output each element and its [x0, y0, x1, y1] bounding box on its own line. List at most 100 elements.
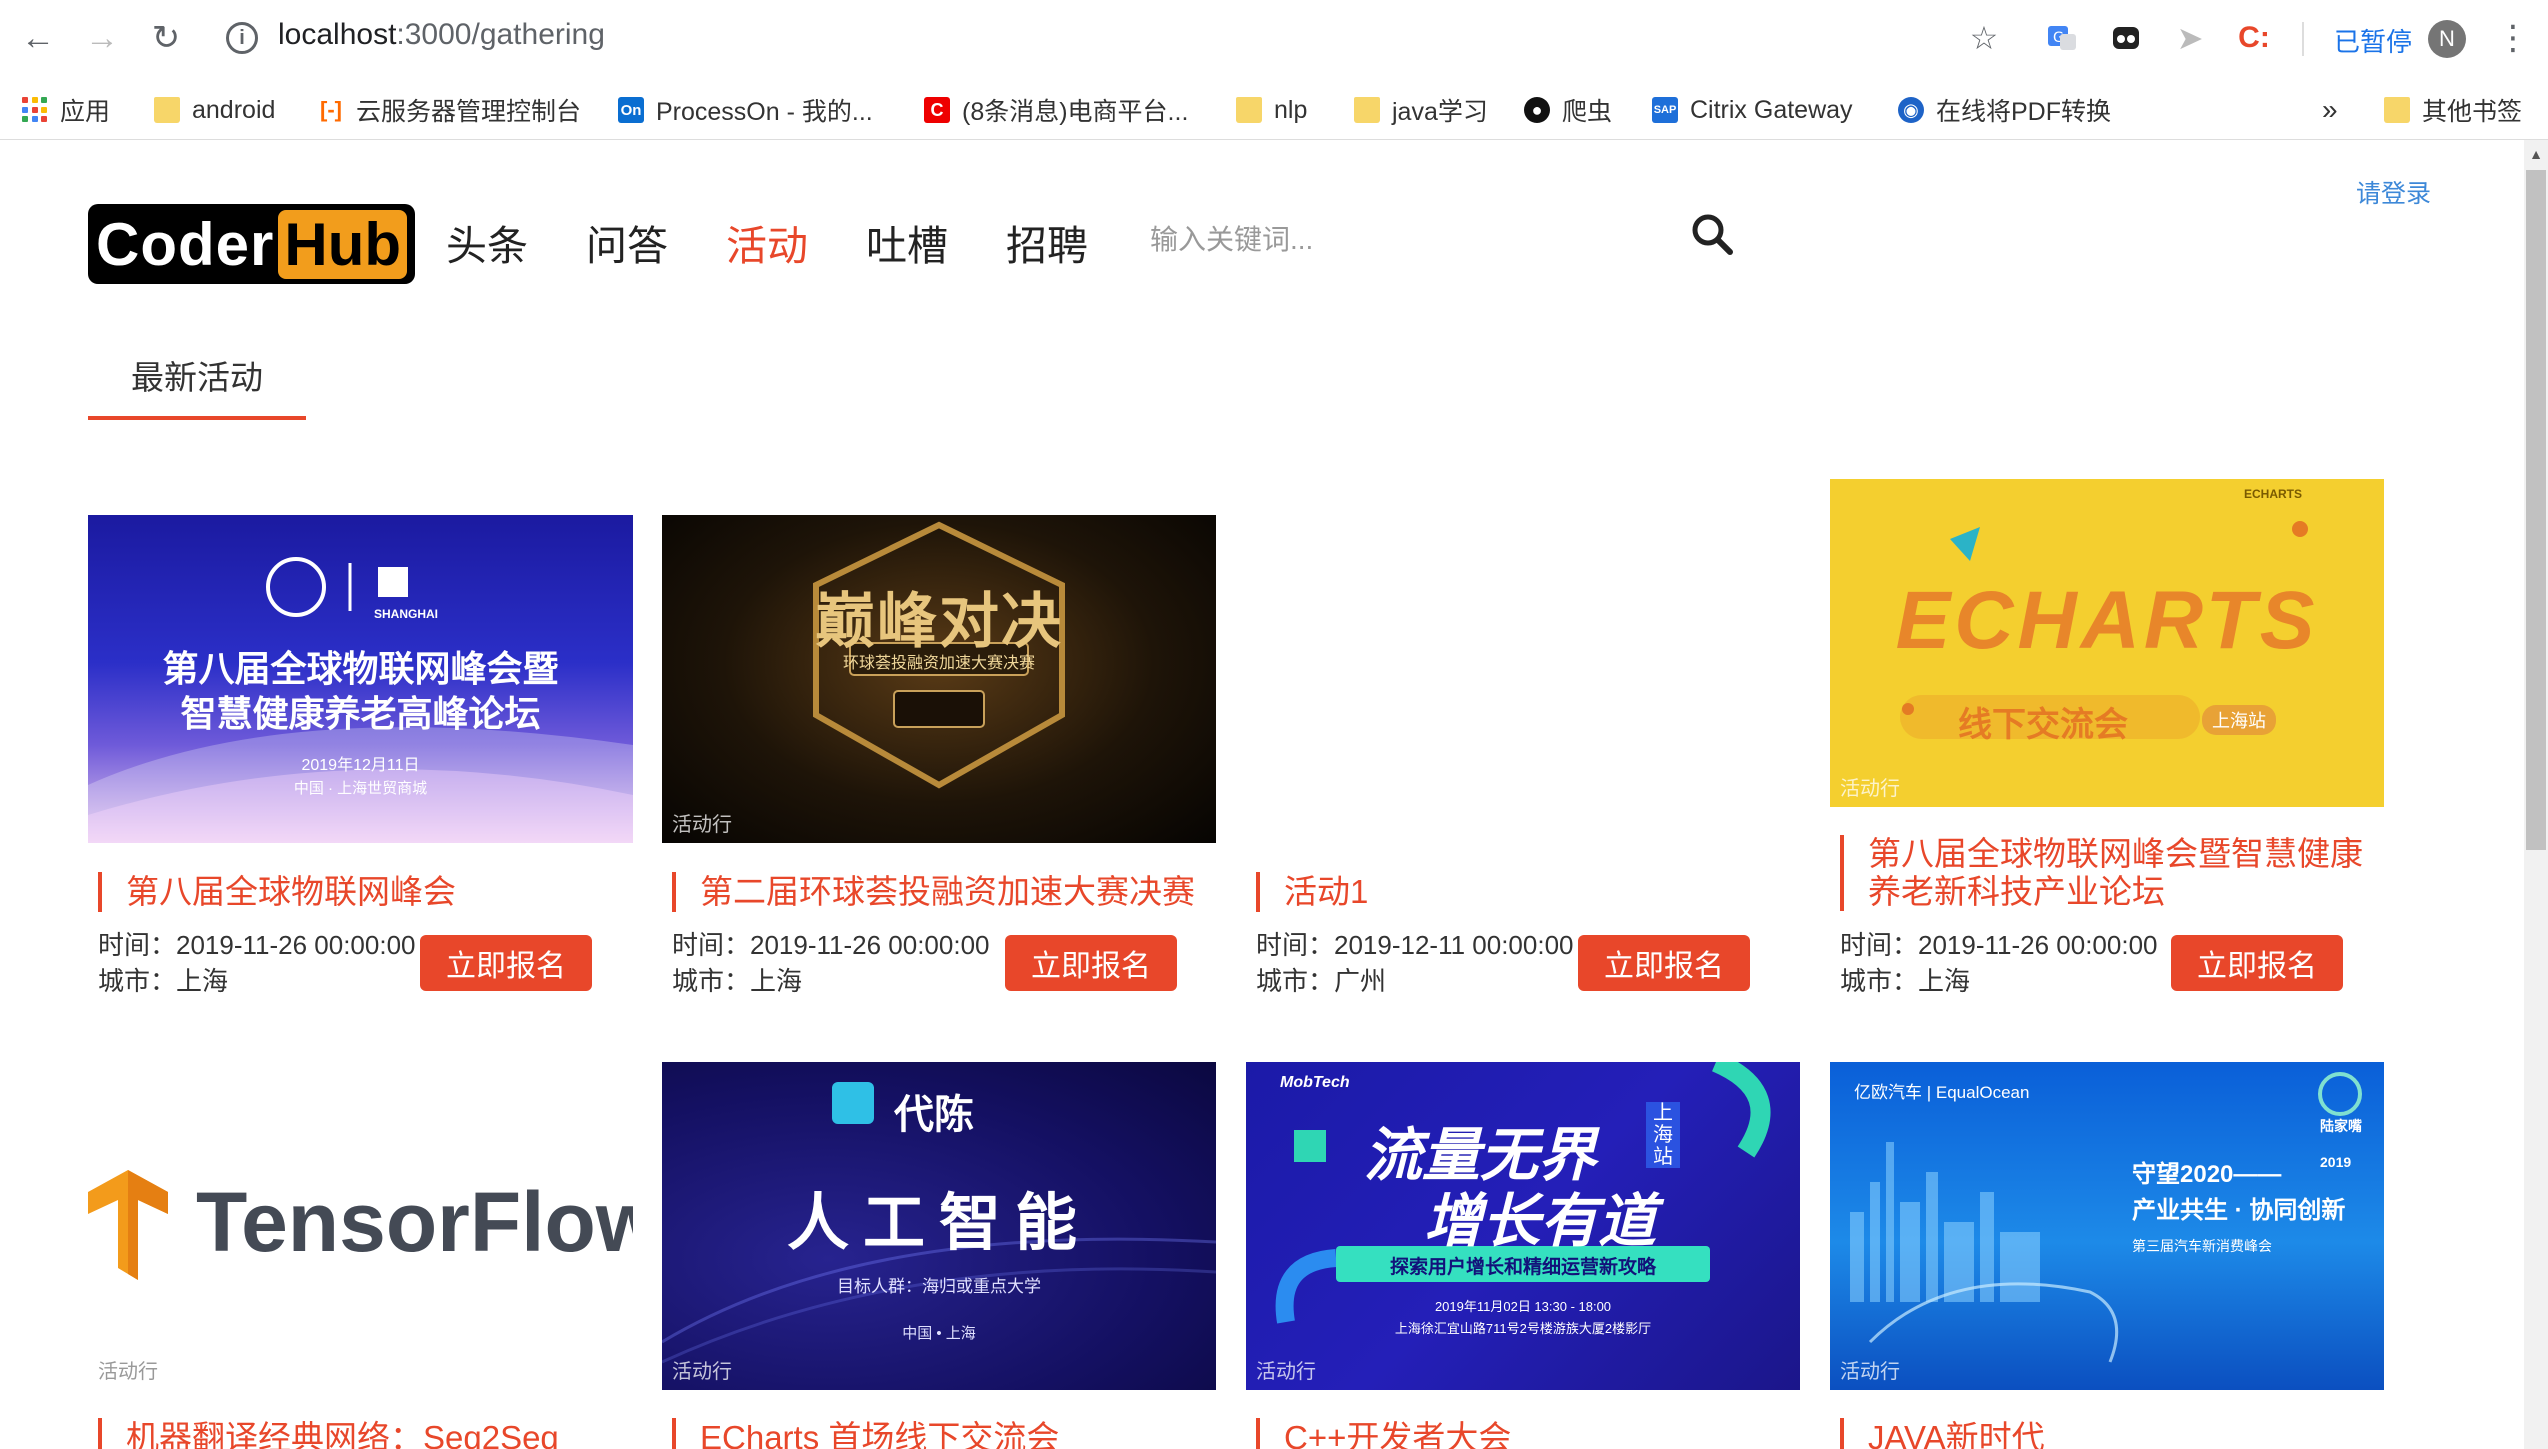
login-link[interactable]: 请登录	[2356, 174, 2431, 210]
folder-icon	[1354, 97, 1380, 123]
event-title[interactable]: C++开发者大会	[1256, 1418, 1511, 1449]
signup-button[interactable]: 立即报名	[1005, 935, 1177, 991]
address-bar[interactable]: localhost:3000/gathering	[278, 18, 605, 52]
banner-headline-2: 产业共生 · 协同创新	[2132, 1197, 2346, 1224]
forward-arrow-icon[interactable]: →	[82, 18, 122, 58]
watermark: 活动行	[1840, 1361, 1900, 1383]
bookmark-android[interactable]: android	[154, 80, 275, 140]
bookmark-apps[interactable]: 应用	[22, 80, 110, 140]
event-card: 活动1 时间：2019-12-11 00:00:00 城市：广州 立即报名	[1246, 515, 1791, 1005]
watermark: 活动行	[98, 1361, 158, 1383]
event-time: 时间：2019-11-26 00:00:00	[672, 930, 990, 960]
tab-latest-events[interactable]: 最新活动	[88, 354, 306, 420]
event-title[interactable]: 活动1	[1256, 872, 1368, 912]
bookmark-other[interactable]: 其他书签	[2384, 80, 2522, 140]
browser-chrome: ← → ↻ i localhost:3000/gathering ☆ G ➤ C…	[0, 0, 2548, 140]
reload-icon[interactable]: ↻	[146, 18, 186, 58]
watermark: 活动行	[672, 1361, 732, 1383]
banner-headline: ECHARTS	[1895, 575, 2319, 666]
extension-c-icon[interactable]: C:	[2234, 18, 2274, 58]
back-arrow-icon[interactable]: ←	[18, 18, 58, 58]
pdf-convert-icon: ◉	[1898, 97, 1924, 123]
event-banner-image[interactable]: 代陈 人工智能 目标人群：海归或重点大学 中国 • 上海 活动行	[662, 1062, 1216, 1390]
processon-icon: On	[618, 97, 644, 123]
bookmarks-overflow-chevron[interactable]: »	[2322, 80, 2338, 140]
signup-button[interactable]: 立即报名	[2171, 935, 2343, 991]
github-icon: ●	[1524, 97, 1550, 123]
banner-date: 2019年12月11日	[301, 757, 420, 774]
star-bookmark-icon[interactable]: ☆	[1964, 18, 2004, 58]
event-banner-image-empty[interactable]	[1246, 515, 1791, 843]
site-info-icon[interactable]: i	[226, 22, 258, 54]
event-banner-image[interactable]: 巅峰对决 环球荟投融资加速大赛决赛 活动行	[662, 515, 1216, 843]
extension-mask-icon[interactable]	[2106, 18, 2146, 58]
event-city: 城市：上海	[98, 966, 229, 996]
sap-icon: SAP	[1652, 97, 1678, 123]
main-nav: 头条 问答 活动 吐槽 招聘	[446, 212, 1146, 272]
signup-button[interactable]: 立即报名	[1578, 935, 1750, 991]
logo-hub-text: Hub	[278, 209, 407, 279]
event-banner-image[interactable]: MobTech 流量无界 增长有道 上海站 探索用户增长和精细运营新攻略 201…	[1246, 1062, 1800, 1390]
event-banner-image[interactable]: SHANGHAI 第八届全球物联网峰会暨 智慧健康养老高峰论坛 2019年12月…	[88, 515, 633, 843]
bookmark-java[interactable]: java学习	[1354, 80, 1488, 140]
nav-item-events[interactable]: 活动	[726, 212, 808, 272]
nav-item-jobs[interactable]: 招聘	[1006, 212, 1088, 272]
bookmark-spider[interactable]: ● 爬虫	[1524, 80, 1612, 140]
bookmark-label: ProcessOn - 我的...	[656, 98, 873, 126]
banner-sub: 目标人群：海归或重点大学	[837, 1277, 1041, 1296]
bookmark-label: 云服务器管理控制台	[356, 98, 582, 126]
banner-brand: 代陈	[894, 1093, 974, 1137]
banner-strip: 探索用户增长和精细运营新攻略	[1389, 1257, 1656, 1278]
nav-item-rants[interactable]: 吐槽	[866, 212, 948, 272]
banner-tag: 上海站	[2202, 705, 2276, 735]
nav-item-headlines[interactable]: 头条	[446, 212, 528, 272]
event-card: TensorFlow 活动行 机器翻译经典网络：Seq2Seq	[88, 1062, 633, 1449]
scroll-up-arrow-icon[interactable]: ▲	[2526, 146, 2546, 166]
event-title[interactable]: 第八届全球物联网峰会暨智慧健康养老新科技产业论坛	[1840, 835, 2365, 911]
event-title[interactable]: 第八届全球物联网峰会	[98, 872, 456, 912]
bookmark-label: android	[192, 95, 276, 124]
event-time: 时间：2019-11-26 00:00:00	[1840, 930, 2158, 960]
event-time: 时间：2019-11-26 00:00:00	[98, 930, 416, 960]
event-card: ECHARTS ECHARTS 线下交流会 上海站 活动行 第八届全球物联网峰会…	[1830, 479, 2384, 1005]
bookmark-pdf[interactable]: ◉ 在线将PDF转换	[1898, 80, 2111, 140]
bookmark-label: 其他书签	[2422, 98, 2523, 126]
event-banner-image[interactable]: 亿欧汽车 | EqualOcean 陆家嘴 2019 守望2020—— 产业共生…	[1830, 1062, 2384, 1390]
banner-sub: 线下交流会	[1958, 706, 2128, 744]
bookmark-csdn[interactable]: C (8条消息)电商平台...	[924, 80, 1188, 140]
translate-icon[interactable]: G	[2042, 18, 2082, 58]
banner-place: 上海徐汇宜山路711号2号楼游族大厦2楼影厅	[1394, 1321, 1652, 1336]
banner-corner: 陆家嘴	[2320, 1118, 2362, 1134]
banner-brand: SHANGHAI	[374, 607, 439, 621]
search-icon[interactable]	[1690, 212, 1740, 262]
site-logo[interactable]: Coder Hub	[88, 204, 415, 284]
event-title[interactable]: ECharts 首场线下交流会	[672, 1418, 1059, 1449]
event-title[interactable]: JAVA新时代	[1840, 1418, 2045, 1449]
profile-paused-label[interactable]: 已暂停	[2334, 22, 2412, 59]
event-title[interactable]: 机器翻译经典网络：Seq2Seq	[98, 1418, 559, 1449]
banner-headline: 巅峰对决	[815, 588, 1063, 655]
extension-c-label: C:	[2238, 21, 2270, 54]
bookmark-label: java学习	[1392, 98, 1488, 126]
bookmark-label: 应用	[60, 98, 111, 126]
browser-menu-icon[interactable]: ⋮	[2496, 18, 2530, 58]
extension-bird-icon[interactable]: ➤	[2170, 18, 2210, 58]
bookmark-citrix[interactable]: SAP Citrix Gateway	[1652, 80, 1853, 140]
signup-button[interactable]: 立即报名	[420, 935, 592, 991]
avatar[interactable]: N	[2428, 20, 2466, 58]
event-banner-image[interactable]: TensorFlow 活动行	[88, 1062, 633, 1390]
event-title[interactable]: 第二届环球荟投融资加速大赛决赛	[672, 872, 1195, 912]
scrollbar-thumb[interactable]	[2526, 170, 2546, 850]
bookmark-aliyun[interactable]: [-] 云服务器管理控制台	[318, 80, 581, 140]
bookmark-label: 在线将PDF转换	[1936, 98, 2112, 126]
banner-headline-2: 增长有道	[1424, 1189, 1657, 1254]
tab-label: 最新活动	[131, 359, 263, 396]
bookmark-processon[interactable]: On ProcessOn - 我的...	[618, 80, 873, 140]
banner-date: 2019年11月02日 13:30 - 18:00	[1434, 1299, 1612, 1314]
nav-item-qa[interactable]: 问答	[586, 212, 668, 272]
event-banner-image[interactable]: ECHARTS ECHARTS 线下交流会 上海站 活动行	[1830, 479, 2384, 807]
search-input[interactable]	[1150, 212, 1670, 268]
banner-brand: ECHARTS	[2244, 487, 2303, 501]
event-city: 城市：广州	[1256, 966, 1387, 996]
bookmark-nlp[interactable]: nlp	[1236, 80, 1307, 140]
